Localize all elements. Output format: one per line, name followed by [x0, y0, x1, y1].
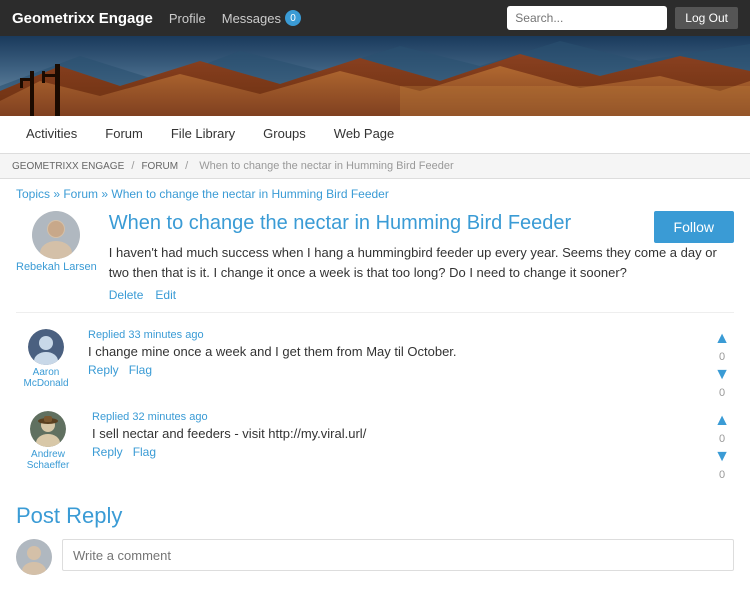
reply-actions-0: Reply Flag — [88, 363, 698, 377]
breadcrumb-sep-2: / — [185, 160, 191, 172]
reply-content-1: Replied 32 minutes ago I sell nectar and… — [92, 411, 698, 459]
vote-down-0[interactable]: ▼ — [710, 365, 734, 385]
flag-link-0[interactable]: Flag — [129, 363, 152, 377]
header: Geometrixx Engage Profile Messages 0 Log… — [0, 0, 750, 36]
comment-row — [16, 539, 734, 575]
original-post: Rebekah Larsen When to change the nectar… — [16, 211, 734, 302]
topic-path: Topics » Forum » When to change the nect… — [16, 187, 734, 201]
vote-count-0: 0 — [719, 351, 725, 363]
reply-content-0: Replied 33 minutes ago I change mine onc… — [88, 329, 698, 377]
subnav-forum[interactable]: Forum — [91, 116, 157, 153]
avatar-svg — [32, 211, 80, 259]
main-content: Topics » Forum » When to change the nect… — [0, 179, 750, 591]
post-reply-section: Post Reply — [16, 503, 734, 575]
subnav-file-library[interactable]: File Library — [157, 116, 249, 153]
commenter-avatar — [16, 539, 52, 575]
vote-controls-1: ▲ 0 ▼ 0 — [710, 411, 734, 481]
reply-text-1: I sell nectar and feeders - visit http:/… — [92, 426, 698, 441]
breadcrumb-home[interactable]: Geometrixx Engage — [12, 161, 124, 172]
reply-avatar-0 — [28, 329, 64, 365]
post-reply-title: Post Reply — [16, 503, 734, 529]
commenter-avatar-svg — [16, 539, 52, 575]
nav-messages[interactable]: Messages 0 — [222, 10, 301, 26]
comment-input[interactable] — [62, 539, 734, 571]
vote-down-count-0: 0 — [719, 387, 725, 399]
reply-avatar-svg-0 — [28, 329, 64, 365]
reply-row-0: Aaron McDonald Replied 33 minutes ago I … — [16, 323, 734, 405]
search-input[interactable] — [507, 6, 667, 30]
delete-link[interactable]: Delete — [109, 288, 144, 302]
header-right: Log Out — [507, 6, 738, 30]
subnav-groups[interactable]: Groups — [249, 116, 320, 153]
reply-meta-1: Replied 32 minutes ago — [92, 411, 698, 423]
reply-row-1: Andrew Schaeffer Replied 32 minutes ago … — [16, 405, 734, 487]
brand-logo: Geometrixx Engage — [12, 10, 153, 27]
reply-avatar-1 — [30, 411, 66, 447]
header-left: Geometrixx Engage Profile Messages 0 — [12, 10, 301, 27]
breadcrumb: Geometrixx Engage / Forum / When to chan… — [0, 154, 750, 179]
post-author-section: Rebekah Larsen — [16, 211, 97, 273]
logout-button[interactable]: Log Out — [675, 7, 738, 29]
breadcrumb-sep-1: / — [131, 160, 137, 172]
reply-avatar-svg-1 — [30, 411, 66, 447]
vote-up-1[interactable]: ▲ — [710, 411, 734, 431]
reply-meta-0: Replied 33 minutes ago — [88, 329, 698, 341]
subnav-web-page[interactable]: Web Page — [320, 116, 408, 153]
post-actions: Delete Edit — [109, 288, 734, 302]
messages-count-badge: 0 — [285, 10, 301, 26]
follow-button[interactable]: Follow — [654, 211, 734, 243]
edit-link[interactable]: Edit — [155, 288, 176, 302]
post-author-avatar — [32, 211, 80, 259]
nav-profile[interactable]: Profile — [169, 11, 206, 26]
messages-label: Messages — [222, 11, 281, 26]
post-author-name[interactable]: Rebekah Larsen — [16, 261, 97, 273]
sub-nav: Activities Forum File Library Groups Web… — [0, 116, 750, 154]
post-body: I haven't had much success when I hang a… — [109, 243, 734, 282]
reply-author-name-0[interactable]: Aaron McDonald — [16, 367, 76, 389]
subnav-activities[interactable]: Activities — [12, 116, 91, 153]
reply-actions-1: Reply Flag — [92, 445, 698, 459]
breadcrumb-forum[interactable]: Forum — [141, 161, 178, 172]
post-title: When to change the nectar in Humming Bir… — [109, 211, 571, 235]
post-title-follow: When to change the nectar in Humming Bir… — [109, 211, 734, 302]
vote-down-1[interactable]: ▼ — [710, 447, 734, 467]
breadcrumb-current: When to change the nectar in Humming Bir… — [199, 160, 453, 172]
reply-author-section-0: Aaron McDonald — [16, 329, 76, 389]
post-header: Rebekah Larsen When to change the nectar… — [16, 211, 734, 302]
reply-text-0: I change mine once a week and I get them… — [88, 344, 698, 359]
reply-link-0[interactable]: Reply — [88, 363, 119, 377]
vote-count-1: 0 — [719, 433, 725, 445]
reply-link-1[interactable]: Reply — [92, 445, 123, 459]
hero-svg — [0, 36, 750, 116]
hero-banner — [0, 36, 750, 116]
vote-down-count-1: 0 — [719, 469, 725, 481]
flag-link-1[interactable]: Flag — [133, 445, 156, 459]
post-divider — [16, 312, 734, 313]
reply-author-section-1: Andrew Schaeffer — [16, 411, 80, 471]
vote-up-0[interactable]: ▲ — [710, 329, 734, 349]
reply-author-name-1[interactable]: Andrew Schaeffer — [16, 449, 80, 471]
vote-controls-0: ▲ 0 ▼ 0 — [710, 329, 734, 399]
